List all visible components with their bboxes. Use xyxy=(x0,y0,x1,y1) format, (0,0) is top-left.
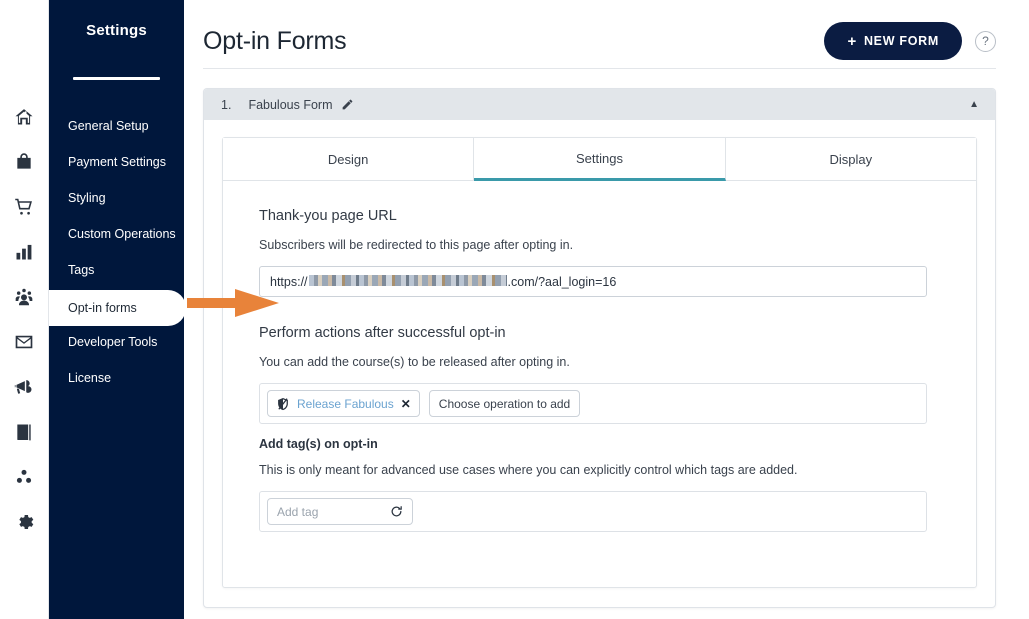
form-card: 1. Fabulous Form ▲ Design Settings Displ… xyxy=(203,88,996,608)
settings-sidebar: Settings General Setup Payment Settings … xyxy=(49,0,186,619)
sidebar-nav: General Setup Payment Settings Styling C… xyxy=(49,108,186,396)
add-tag-placeholder: Add tag xyxy=(277,504,319,519)
megaphone-icon[interactable] xyxy=(11,374,37,400)
actions-section-title: Perform actions after successful opt-in xyxy=(259,325,506,341)
tab-settings[interactable]: Settings xyxy=(474,138,726,181)
header-actions: + NEW FORM ? xyxy=(824,22,996,60)
thankyou-url-input[interactable]: https:// .com/?aal_login=16 xyxy=(259,266,927,297)
sidebar-item-payment-settings[interactable]: Payment Settings xyxy=(49,144,184,180)
url-redacted-block xyxy=(308,275,507,286)
thankyou-section-title: Thank-you page URL xyxy=(259,208,397,224)
sidebar-divider xyxy=(73,77,160,80)
operations-input-box[interactable]: Release Fabulous ✕ Choose operation to a… xyxy=(259,383,927,424)
operation-chip[interactable]: Release Fabulous ✕ xyxy=(267,390,420,417)
icon-rail xyxy=(0,0,49,619)
form-name: Fabulous Form xyxy=(248,97,333,112)
app-window: Settings General Setup Payment Settings … xyxy=(0,0,1029,619)
url-suffix: .com/?aal_login=16 xyxy=(507,274,617,289)
operation-chip-remove-icon[interactable]: ✕ xyxy=(401,397,411,411)
page-title: Opt-in Forms xyxy=(203,26,347,55)
new-form-button[interactable]: + NEW FORM xyxy=(824,22,962,60)
users-icon[interactable] xyxy=(11,284,37,310)
book-icon[interactable] xyxy=(11,419,37,445)
gear-icon[interactable] xyxy=(11,509,37,535)
form-index: 1. xyxy=(221,97,232,112)
thankyou-section-description: Subscribers will be redirected to this p… xyxy=(259,238,574,252)
sidebar-item-general-setup[interactable]: General Setup xyxy=(49,108,184,144)
page-header: Opt-in Forms + NEW FORM ? xyxy=(203,0,996,68)
help-icon[interactable]: ? xyxy=(975,30,996,52)
thankyou-url-value: https:// .com/?aal_login=16 xyxy=(270,275,616,289)
home-icon[interactable] xyxy=(11,104,37,130)
header-divider xyxy=(203,68,996,69)
tab-bar: Design Settings Display xyxy=(223,138,976,181)
sidebar-title: Settings xyxy=(86,22,147,39)
collapse-toggle-icon[interactable]: ▲ xyxy=(969,99,979,110)
tags-section-description: This is only meant for advanced use case… xyxy=(259,463,798,477)
sidebar-item-styling[interactable]: Styling xyxy=(49,180,184,216)
envelope-icon[interactable] xyxy=(11,329,37,355)
operation-chip-label: Release Fabulous xyxy=(297,396,394,411)
bag-icon[interactable] xyxy=(11,149,37,175)
url-prefix: https:// xyxy=(270,274,308,289)
tab-design[interactable]: Design xyxy=(223,138,475,181)
tags-section-title: Add tag(s) on opt-in xyxy=(259,437,378,451)
sidebar-item-tags[interactable]: Tags xyxy=(49,252,184,288)
tab-display[interactable]: Display xyxy=(725,138,976,181)
shield-slash-icon xyxy=(276,397,290,411)
sidebar-item-custom-operations[interactable]: Custom Operations xyxy=(49,216,184,252)
dots-network-icon[interactable] xyxy=(11,464,37,490)
bar-chart-icon[interactable] xyxy=(11,239,37,265)
form-card-header[interactable]: 1. Fabulous Form ▲ xyxy=(204,89,995,120)
sidebar-item-opt-in-forms[interactable]: Opt-in forms xyxy=(49,290,186,326)
actions-section-description: You can add the course(s) to be released… xyxy=(259,355,570,369)
settings-tab-content: Thank-you page URL Subscribers will be r… xyxy=(223,181,976,532)
cart-icon[interactable] xyxy=(11,194,37,220)
tags-input-box[interactable]: Add tag xyxy=(259,491,927,532)
settings-panel: Design Settings Display Thank-you page U… xyxy=(222,137,977,588)
new-form-label: NEW FORM xyxy=(863,34,939,48)
add-tag-input[interactable]: Add tag xyxy=(267,498,413,525)
form-body: Design Settings Display Thank-you page U… xyxy=(204,120,995,588)
pencil-icon[interactable] xyxy=(341,98,354,111)
sidebar-item-developer-tools[interactable]: Developer Tools xyxy=(49,324,184,360)
main-content: Opt-in Forms + NEW FORM ? 1. Fabulous Fo… xyxy=(184,0,1029,619)
refresh-icon[interactable] xyxy=(390,505,403,518)
choose-operation-input[interactable]: Choose operation to add xyxy=(428,390,581,417)
plus-icon: + xyxy=(847,32,857,50)
sidebar-item-license[interactable]: License xyxy=(49,360,184,396)
